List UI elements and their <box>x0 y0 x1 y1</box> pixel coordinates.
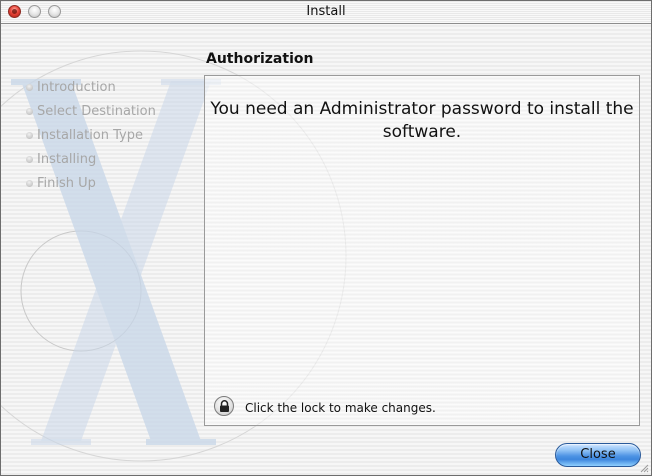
step-label: Select Destination <box>37 103 156 119</box>
close-button[interactable]: Close <box>555 443 641 467</box>
step-label: Introduction <box>37 79 116 95</box>
step-bullet-icon <box>26 155 33 163</box>
step-installation-type: Installation Type <box>26 123 156 147</box>
step-bullet-icon <box>26 107 33 115</box>
title-bar[interactable]: Install <box>1 1 651 24</box>
installer-steps-list: Introduction Select Destination Installa… <box>26 75 156 195</box>
window-title: Install <box>306 4 346 19</box>
page-title: Authorization <box>206 51 314 67</box>
step-bullet-icon <box>26 179 33 187</box>
step-finish-up: Finish Up <box>26 171 156 195</box>
installer-window: Install Authorization Introduction Selec… <box>0 0 652 476</box>
step-introduction: Introduction <box>26 75 156 99</box>
resize-grip-icon[interactable] <box>639 463 649 473</box>
step-bullet-icon <box>26 131 33 139</box>
step-bullet-icon <box>26 83 33 91</box>
authorization-message: You need an Administrator password to in… <box>210 99 634 142</box>
step-label: Installing <box>37 151 97 167</box>
content-panel: You need an Administrator password to in… <box>204 75 640 426</box>
step-select-destination: Select Destination <box>26 99 156 123</box>
step-label: Installation Type <box>37 127 143 143</box>
step-label: Finish Up <box>37 175 96 191</box>
step-installing: Installing <box>26 147 156 171</box>
lock-icon <box>220 400 229 412</box>
lock-button[interactable] <box>214 396 234 416</box>
lock-label: Click the lock to make changes. <box>245 401 436 415</box>
